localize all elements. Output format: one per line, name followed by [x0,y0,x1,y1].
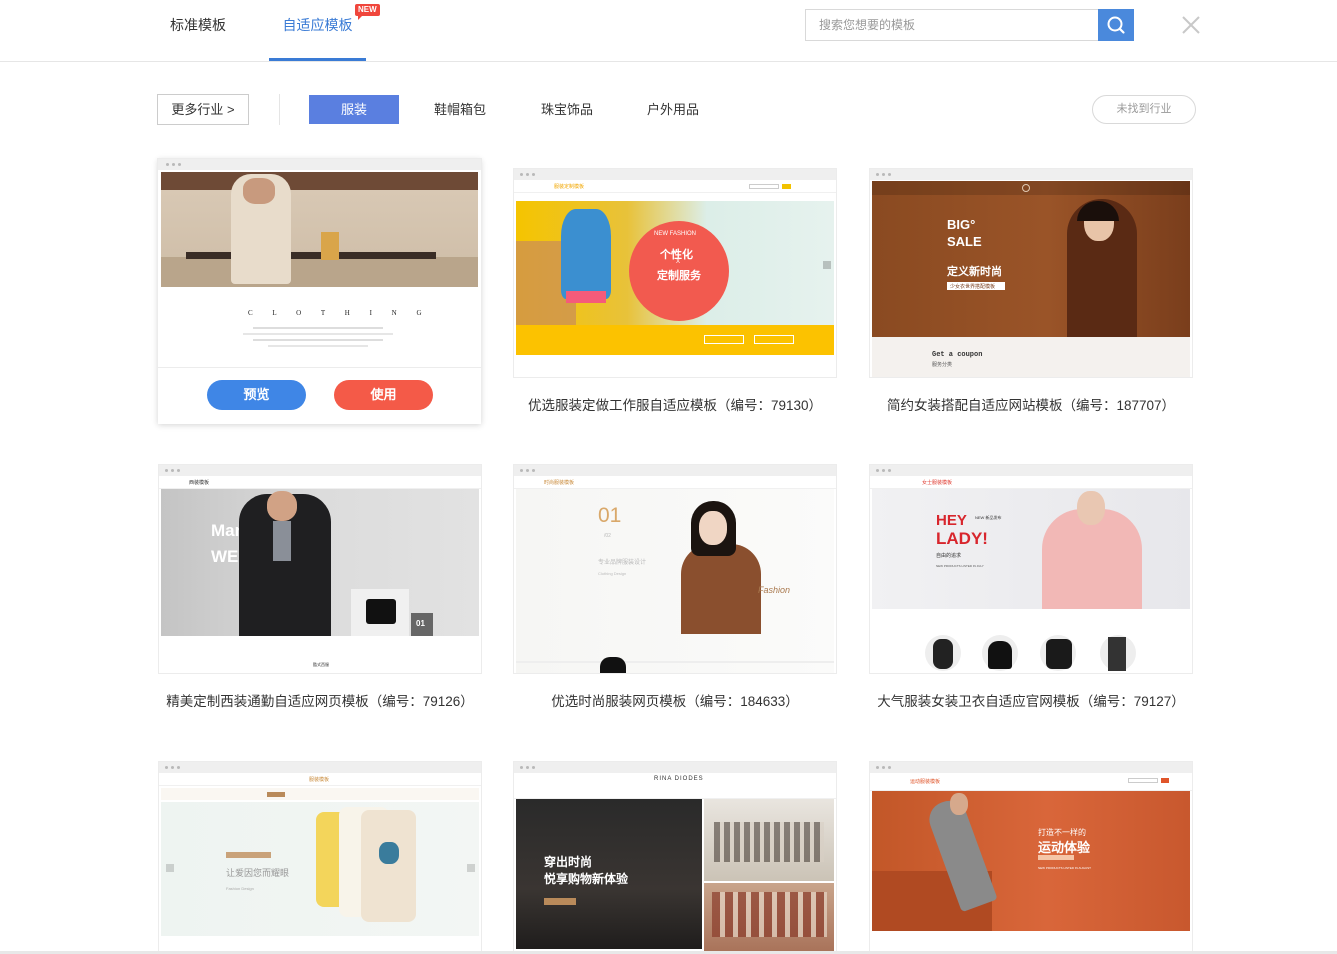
browser-chrome [870,169,1192,180]
industry-not-found-button[interactable]: 未找到行业 [1092,95,1196,124]
mini-nav: RINA DIODES [514,773,836,799]
hero-image: NEW FASHION 个性化 X 定制服务 [516,201,834,325]
hero-image: BIG° SALE 定义新时尚 少女衣世界搭配模板 [872,181,1190,337]
browser-chrome [514,465,836,476]
hero-image [161,172,478,287]
browser-chrome [870,465,1192,476]
divider [279,94,280,125]
browser-chrome [514,169,836,180]
search-input[interactable] [805,9,1098,41]
browser-chrome [159,465,481,476]
category-outdoor[interactable]: 户外用品 [633,95,713,124]
browser-chrome [158,159,481,170]
template-thumbnail: C L O T H I N G [158,159,481,367]
hero-image: HEY LADY! NEW 新品发布 自由的追求 NEW PRODUCTS LI… [872,489,1190,609]
hero-image: 穿出时尚 悦享购物新体验 [516,799,702,949]
template-caption[interactable]: 简约女装搭配自适应网站模板（编号：187707） [860,394,1202,414]
mini-nav: 时尚服装模板 [514,476,836,489]
category-jewelry[interactable]: 珠宝饰品 [527,95,607,124]
browser-chrome [870,762,1192,773]
template-caption[interactable]: 精美定制西装通勤自适应网页模板（编号：79126） [149,690,491,710]
tab-responsive-templates[interactable]: 自适应模板 [269,0,366,61]
new-badge: NEW [355,4,380,20]
hero-image: 让爱因您而耀眼 Fashion Design [161,802,479,936]
template-card-hovered[interactable]: C L O T H I N G 预览 使用 [158,159,481,424]
mini-nav: 女士服装模板 [870,476,1192,489]
browser-chrome [514,762,836,773]
mini-nav: 服装定制模板 [514,180,836,193]
template-thumbnail: 西装模板 Man WEAR 01 酷式西服 [159,465,481,673]
category-clothing[interactable]: 服装 [309,95,399,124]
mini-nav: 服装模板 [159,773,481,786]
template-thumbnail: BIG° SALE 定义新时尚 少女衣世界搭配模板 Get a coupon 服… [870,169,1192,377]
search-icon [1107,16,1125,34]
tab-standard-templates[interactable]: 标准模板 [158,0,238,62]
preview-button[interactable]: 预览 [207,380,306,410]
browser-chrome [159,762,481,773]
hero-image: Man WEAR 01 [161,489,479,636]
hero-image: 打造不一样的 运动体验 NEW PRODUCTS LISTED IN AUGUS… [872,791,1190,931]
close-icon[interactable] [1180,14,1202,36]
template-thumbnail: RINA DIODES 穿出时尚 悦享购物新体验 [514,762,836,951]
template-thumbnail: 服装模板 让爱因您而耀眼 Fashion Design [159,762,481,951]
top-bar: 标准模板 自适应模板 NEW [0,0,1337,62]
more-industries-button[interactable]: 更多行业 > [157,94,249,125]
category-shoes-bags[interactable]: 鞋帽箱包 [420,95,500,124]
template-caption[interactable]: 优选服装定做工作服自适应模板（编号：79130） [504,394,846,414]
search-button[interactable] [1098,9,1134,41]
clothing-word: C L O T H I N G [248,309,431,317]
template-thumbnail: 时尚服装模板 01 /02 专业品牌服装设计 Clothing Design F… [514,465,836,673]
template-thumbnail: 服装定制模板 NEW FASHION 个性化 X 定制服务 [514,169,836,377]
search-box [805,9,1135,41]
template-thumbnail: 女士服装模板 HEY LADY! NEW 新品发布 自由的追求 NEW PROD… [870,465,1192,673]
hero-image: 01 /02 专业品牌服装设计 Clothing Design Fashion [516,489,834,673]
mini-nav: 西装模板 [159,476,481,489]
template-thumbnail: 运动服装模板 打造不一样的 运动体验 NEW PRODUCTS LISTED I… [870,762,1192,951]
template-caption[interactable]: 大气服装女装卫衣自适应官网模板（编号：79127） [860,690,1202,710]
template-caption[interactable]: 优选时尚服装网页模板（编号：184633） [504,690,846,710]
mini-nav: 运动服装模板 [870,773,1192,791]
use-button[interactable]: 使用 [334,380,433,410]
